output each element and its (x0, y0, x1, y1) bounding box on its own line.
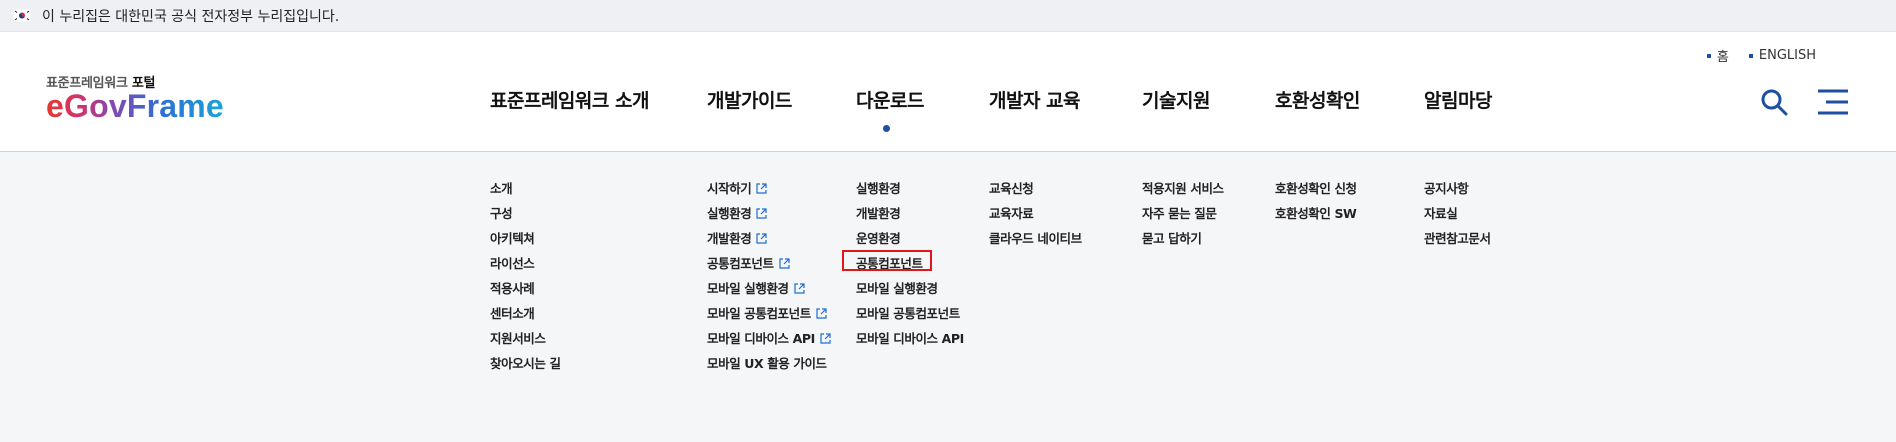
external-link-icon (779, 258, 790, 269)
submenu-item[interactable]: 자주 묻는 질문 (1142, 201, 1224, 226)
external-link-icon (756, 208, 768, 219)
submenu-item-external[interactable]: 공통컴포넌트 (707, 251, 831, 276)
submenu-item[interactable]: 모바일 UX 활용 가이드 (707, 351, 831, 376)
submenu-item[interactable]: 교육자료 (989, 201, 1082, 226)
logo[interactable]: 표준프레임워크 포털 eGovFrame (46, 72, 224, 124)
submenu-item[interactable]: 찾아오시는 길 (490, 351, 561, 376)
submenu-col-education: 교육신청 교육자료 클라우드 네이티브 (989, 176, 1082, 251)
logo-wordmark: eGovFrame (46, 88, 224, 124)
external-link-icon (756, 183, 768, 194)
submenu-item[interactable]: 호환성확인 신청 (1275, 176, 1357, 201)
submenu-item[interactable]: 모바일 공통컴포넌트 (856, 301, 964, 326)
submenu-item[interactable]: 구성 (490, 201, 561, 226)
submenu-col-intro: 소개 구성 아키텍쳐 라이선스 적용사례 센터소개 지원서비스 찾아오시는 길 (490, 176, 561, 376)
flag-icon (13, 9, 31, 22)
submenu-item-external[interactable]: 모바일 실행환경 (707, 276, 831, 301)
english-link[interactable]: ENGLISH (1748, 46, 1816, 65)
submenu-item[interactable]: 개발환경 (856, 201, 964, 226)
submenu-item[interactable]: 관련참고문서 (1424, 226, 1491, 251)
submenu-item[interactable]: 모바일 실행환경 (856, 276, 964, 301)
external-link-icon (756, 233, 768, 244)
header: 홈 ENGLISH 표준프레임워크 포털 eGovFrame 표준프레임워크 소… (0, 32, 1896, 152)
submenu-item[interactable]: 아키텍쳐 (490, 226, 561, 251)
utility-links: 홈 ENGLISH (1706, 46, 1816, 65)
nav-item-intro[interactable]: 표준프레임워크 소개 (490, 86, 649, 113)
submenu-item[interactable]: 센터소개 (490, 301, 561, 326)
submenu-item-external[interactable]: 실행환경 (707, 201, 831, 226)
submenu-item-external[interactable]: 모바일 공통컴포넌트 (707, 301, 831, 326)
submenu-item[interactable]: 호환성확인 SW (1275, 201, 1357, 226)
search-icon[interactable] (1760, 88, 1788, 116)
submenu-item[interactable]: 소개 (490, 176, 561, 201)
nav-item-notice[interactable]: 알림마당 (1424, 86, 1492, 113)
nav-item-download[interactable]: 다운로드 (856, 86, 924, 113)
submenu-item-external[interactable]: 모바일 디바이스 API (707, 326, 831, 351)
gov-banner-text: 이 누리집은 대한민국 공식 전자정부 누리집입니다. (42, 8, 340, 25)
submenu-col-support: 적용지원 서비스 자주 묻는 질문 묻고 답하기 (1142, 176, 1224, 251)
nav-item-compat[interactable]: 호환성확인 (1275, 86, 1360, 113)
submenu-item[interactable]: 적용사례 (490, 276, 561, 301)
external-link-icon (820, 333, 831, 344)
submenu-item-external[interactable]: 시작하기 (707, 176, 831, 201)
home-link[interactable]: 홈 (1706, 46, 1729, 65)
submenu-item[interactable]: 지원서비스 (490, 326, 561, 351)
submenu-item[interactable]: 공지사항 (1424, 176, 1491, 201)
submenu-item[interactable]: 실행환경 (856, 176, 964, 201)
external-link-icon (816, 308, 827, 319)
external-link-icon (794, 283, 805, 294)
menu-icon[interactable] (1817, 88, 1849, 116)
gov-banner: 이 누리집은 대한민국 공식 전자정부 누리집입니다. (0, 0, 1896, 32)
nav-item-support[interactable]: 기술지원 (1142, 86, 1210, 113)
nav-item-dev-guide[interactable]: 개발가이드 (707, 86, 792, 113)
submenu-item[interactable]: 운영환경 (856, 226, 964, 251)
submenu-item[interactable]: 모바일 디바이스 API (856, 326, 964, 351)
bullet-icon (1706, 53, 1711, 58)
submenu-item[interactable]: 라이선스 (490, 251, 561, 276)
submenu-item[interactable]: 클라우드 네이티브 (989, 226, 1082, 251)
submenu-col-dev-guide: 시작하기 실행환경 개발환경 공통컴포넌트 모바일 실행환경 모바일 공통컴포넌… (707, 176, 831, 376)
submenu-col-compat: 호환성확인 신청 호환성확인 SW (1275, 176, 1357, 226)
highlight-box (842, 250, 932, 271)
submenu-item[interactable]: 자료실 (1424, 201, 1491, 226)
submenu-item[interactable]: 묻고 답하기 (1142, 226, 1224, 251)
submenu-item[interactable]: 적용지원 서비스 (1142, 176, 1224, 201)
nav-item-education[interactable]: 개발자 교육 (989, 86, 1081, 113)
active-indicator (883, 125, 890, 132)
bullet-icon (1748, 53, 1753, 58)
submenu-item-external[interactable]: 개발환경 (707, 226, 831, 251)
submenu-item[interactable]: 교육신청 (989, 176, 1082, 201)
submenu-col-notice: 공지사항 자료실 관련참고문서 (1424, 176, 1491, 251)
